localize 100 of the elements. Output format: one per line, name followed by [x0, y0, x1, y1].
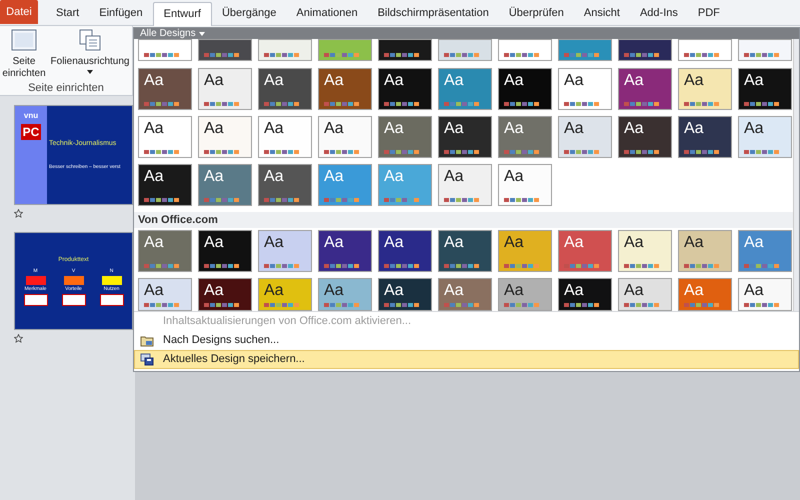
- section-heading: Von Office.com: [134, 212, 793, 228]
- ribbon-tab[interactable]: Start: [46, 2, 90, 25]
- sample-text: Aa: [623, 282, 645, 300]
- design-thumbnail[interactable]: Aa: [498, 164, 552, 206]
- design-thumbnail[interactable]: [138, 39, 192, 61]
- sample-text: Aa: [743, 72, 765, 90]
- design-thumbnail[interactable]: Aa: [678, 278, 732, 311]
- sample-text: Aa: [743, 234, 765, 252]
- category-dropdown[interactable]: Alle Designs: [134, 28, 211, 38]
- design-thumbnail[interactable]: [738, 39, 792, 61]
- sample-text: Aa: [683, 120, 705, 138]
- file-tab[interactable]: Datei: [0, 0, 38, 24]
- design-thumbnail[interactable]: [258, 39, 312, 61]
- sample-text: Aa: [323, 72, 345, 90]
- ribbon-tab[interactable]: Ansicht: [574, 2, 630, 25]
- sample-text: Aa: [383, 282, 405, 300]
- design-thumbnail[interactable]: Aa: [258, 230, 312, 272]
- design-thumbnail[interactable]: Aa: [558, 116, 612, 158]
- design-thumbnail[interactable]: Aa: [318, 68, 372, 110]
- ribbon-tab[interactable]: Add-Ins: [630, 2, 688, 25]
- design-thumbnail[interactable]: [558, 39, 612, 61]
- design-thumbnail[interactable]: [378, 39, 432, 61]
- design-thumbnail[interactable]: Aa: [678, 116, 732, 158]
- ribbon-tab[interactable]: PDF: [688, 2, 730, 25]
- sample-text: Aa: [383, 168, 405, 186]
- design-thumbnail[interactable]: Aa: [438, 116, 492, 158]
- design-thumbnail[interactable]: Aa: [198, 278, 252, 311]
- design-thumbnail[interactable]: Aa: [318, 278, 372, 311]
- design-thumbnail[interactable]: Aa: [438, 68, 492, 110]
- design-thumbnail[interactable]: Aa: [558, 230, 612, 272]
- design-thumbnail[interactable]: Aa: [378, 68, 432, 110]
- design-thumbnail[interactable]: [198, 39, 252, 61]
- sample-text: Aa: [323, 120, 345, 138]
- design-thumbnail[interactable]: Aa: [258, 68, 312, 110]
- design-thumbnail[interactable]: Aa: [558, 68, 612, 110]
- design-thumbnail[interactable]: Aa: [498, 68, 552, 110]
- design-thumbnail[interactable]: Aa: [618, 278, 672, 311]
- design-thumbnail[interactable]: [498, 39, 552, 61]
- design-thumbnail[interactable]: Aa: [258, 116, 312, 158]
- design-thumbnail[interactable]: Aa: [318, 230, 372, 272]
- menu-item[interactable]: Aktuelles Design speichern...: [134, 350, 799, 369]
- sample-text: Aa: [623, 72, 645, 90]
- page-setup-button[interactable]: Seite einrichten: [0, 28, 48, 80]
- design-thumbnail[interactable]: Aa: [198, 164, 252, 206]
- design-thumbnail[interactable]: Aa: [558, 278, 612, 311]
- sample-text: Aa: [203, 282, 225, 300]
- design-thumbnail[interactable]: Aa: [498, 230, 552, 272]
- design-thumbnail[interactable]: [618, 39, 672, 61]
- design-thumbnail[interactable]: [438, 39, 492, 61]
- design-thumbnail[interactable]: Aa: [378, 278, 432, 311]
- design-thumbnail[interactable]: Aa: [618, 230, 672, 272]
- design-thumbnail[interactable]: Aa: [378, 230, 432, 272]
- design-thumbnail[interactable]: Aa: [378, 116, 432, 158]
- design-thumbnail[interactable]: Aa: [258, 278, 312, 311]
- design-thumbnail[interactable]: Aa: [138, 278, 192, 311]
- design-thumbnail[interactable]: Aa: [678, 230, 732, 272]
- sample-text: Aa: [203, 234, 225, 252]
- design-thumbnail[interactable]: Aa: [738, 230, 792, 272]
- design-thumbnail[interactable]: Aa: [498, 116, 552, 158]
- menu-item[interactable]: Nach Designs suchen...: [134, 331, 799, 350]
- design-thumbnail[interactable]: Aa: [498, 278, 552, 311]
- design-thumbnail[interactable]: Aa: [138, 116, 192, 158]
- design-thumbnail[interactable]: Aa: [138, 164, 192, 206]
- ribbon-tab[interactable]: Animationen: [286, 2, 368, 25]
- sample-text: Aa: [263, 120, 285, 138]
- sample-text: Aa: [503, 234, 525, 252]
- orientation-button[interactable]: Folienausrichtung: [48, 28, 132, 80]
- design-thumbnail[interactable]: Aa: [738, 278, 792, 311]
- design-thumbnail[interactable]: Aa: [738, 116, 792, 158]
- sample-text: Aa: [143, 234, 165, 252]
- design-thumbnail[interactable]: [678, 39, 732, 61]
- ribbon-tab[interactable]: Einfügen: [89, 2, 153, 25]
- design-thumbnail[interactable]: Aa: [618, 116, 672, 158]
- design-thumbnail[interactable]: Aa: [618, 68, 672, 110]
- ribbon-tab[interactable]: Übergänge: [212, 2, 286, 25]
- design-thumbnail[interactable]: Aa: [318, 116, 372, 158]
- design-thumbnail[interactable]: Aa: [198, 68, 252, 110]
- design-thumbnail[interactable]: Aa: [438, 278, 492, 311]
- ribbon-tab[interactable]: Überprüfen: [498, 2, 574, 25]
- group-label: Seite einrichten: [27, 81, 105, 96]
- design-thumbnail[interactable]: Aa: [198, 116, 252, 158]
- sample-text: Aa: [623, 234, 645, 252]
- design-thumbnail[interactable]: Aa: [738, 68, 792, 110]
- design-thumbnail[interactable]: Aa: [438, 230, 492, 272]
- scrollbar[interactable]: [793, 39, 799, 311]
- design-thumbnail[interactable]: [318, 39, 372, 61]
- sample-text: Aa: [503, 72, 525, 90]
- design-thumbnail[interactable]: Aa: [198, 230, 252, 272]
- sample-text: Aa: [263, 234, 285, 252]
- sample-text: Aa: [323, 168, 345, 186]
- sample-text: Aa: [203, 120, 225, 138]
- design-thumbnail[interactable]: Aa: [138, 230, 192, 272]
- sample-text: Aa: [323, 282, 345, 300]
- ribbon-tab[interactable]: Bildschirmpräsentation: [368, 2, 499, 25]
- design-thumbnail[interactable]: Aa: [678, 68, 732, 110]
- sample-text: Aa: [563, 72, 585, 90]
- design-thumbnail[interactable]: Aa: [438, 164, 492, 206]
- design-thumbnail[interactable]: Aa: [258, 164, 312, 206]
- ribbon-tab[interactable]: Entwurf: [152, 2, 212, 26]
- design-thumbnail[interactable]: Aa: [138, 68, 192, 110]
